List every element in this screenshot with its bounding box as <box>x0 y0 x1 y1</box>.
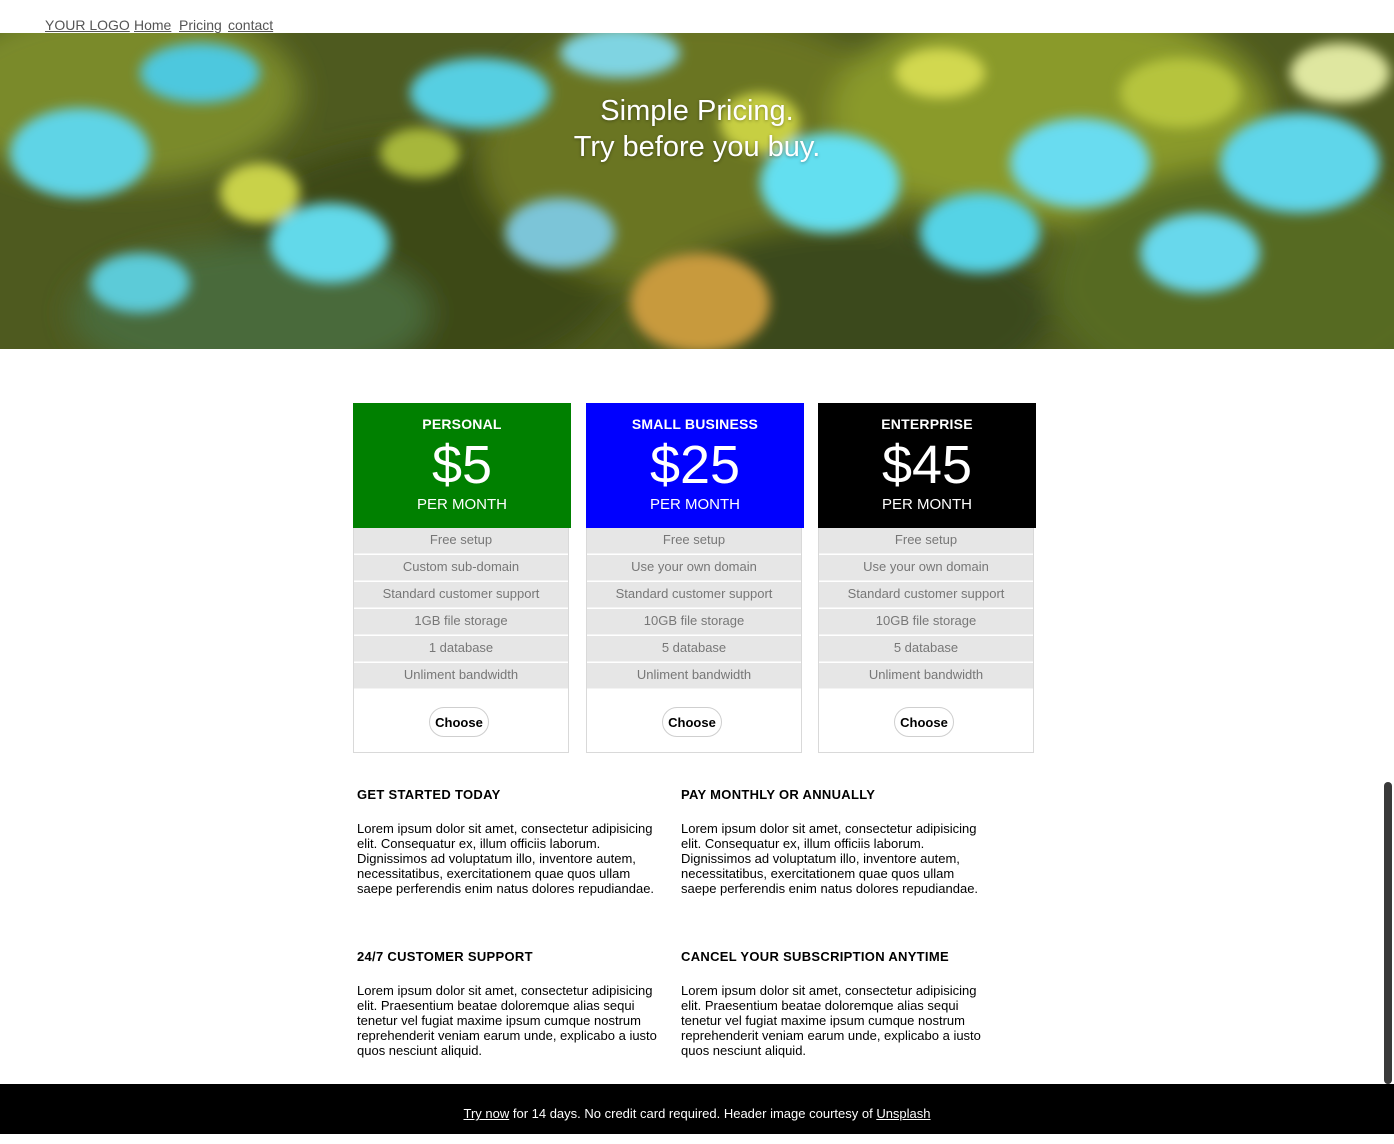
pricing-card-small-business: SMALL BUSINESS $25 PER MONTH Free setup … <box>586 403 804 753</box>
feature-item: 5 database <box>819 636 1033 662</box>
plan-name: SMALL BUSINESS <box>631 416 759 432</box>
feature-item: 10GB file storage <box>819 609 1033 635</box>
logo-link[interactable]: YOUR LOGO <box>45 17 130 33</box>
pricing-card-enterprise: ENTERPRISE $45 PER MONTH Free setup Use … <box>818 403 1036 753</box>
info-title-support: 24/7 CUSTOMER SUPPORT <box>357 949 533 964</box>
feature-item: Custom sub-domain <box>354 555 568 581</box>
plan-price: $5 <box>431 435 493 495</box>
pricing-card-personal: PERSONAL $5 PER MONTH Free setup Custom … <box>353 403 571 753</box>
feature-item: Standard customer support <box>354 582 568 608</box>
nav-link-pricing[interactable]: Pricing <box>179 17 222 33</box>
card-header: ENTERPRISE $45 PER MONTH <box>818 403 1036 528</box>
feature-item: Free setup <box>819 528 1033 554</box>
info-title-get-started: GET STARTED TODAY <box>357 787 501 802</box>
plan-period: PER MONTH <box>417 496 507 513</box>
feature-item: Unliment bandwidth <box>354 663 568 689</box>
scrollbar-thumb[interactable] <box>1384 782 1392 1084</box>
info-title-pay-monthly: PAY MONTHLY OR ANNUALLY <box>681 787 876 802</box>
info-text-pay-monthly: Lorem ipsum dolor sit amet, consectetur … <box>681 821 979 896</box>
plan-period: PER MONTH <box>882 496 972 513</box>
hero-background-image <box>0 33 1394 349</box>
feature-item: Unliment bandwidth <box>587 663 801 689</box>
choose-button-personal[interactable]: Choose <box>429 707 489 737</box>
footer-text: for 14 days. No credit card required. He… <box>509 1106 877 1121</box>
footer-try-now-link[interactable]: Try now <box>463 1106 509 1121</box>
feature-item: 1GB file storage <box>354 609 568 635</box>
hero-banner: Simple Pricing. Try before you buy. <box>0 33 1394 349</box>
nav-link-home[interactable]: Home <box>134 17 171 33</box>
card-header: PERSONAL $5 PER MONTH <box>353 403 571 528</box>
nav-link-contact[interactable]: contact <box>228 17 273 33</box>
hero-title-line2: Try before you buy. <box>573 131 821 163</box>
info-text-cancel: Lorem ipsum dolor sit amet, consectetur … <box>681 983 981 1058</box>
plan-price: $25 <box>649 435 741 495</box>
info-title-cancel: CANCEL YOUR SUBSCRIPTION ANYTIME <box>681 949 949 964</box>
plan-period: PER MONTH <box>650 496 740 513</box>
feature-item: Use your own domain <box>819 555 1033 581</box>
feature-item: Free setup <box>354 528 568 554</box>
plan-price: $45 <box>881 435 973 495</box>
feature-item: 5 database <box>587 636 801 662</box>
feature-item: Standard customer support <box>587 582 801 608</box>
choose-button-enterprise[interactable]: Choose <box>894 707 954 737</box>
feature-item: Free setup <box>587 528 801 554</box>
footer-unsplash-link[interactable]: Unsplash <box>876 1106 930 1121</box>
footer: Try now for 14 days. No credit card requ… <box>0 1084 1394 1134</box>
choose-button-small-business[interactable]: Choose <box>662 707 722 737</box>
feature-item: 1 database <box>354 636 568 662</box>
feature-item: Standard customer support <box>819 582 1033 608</box>
feature-item: Use your own domain <box>587 555 801 581</box>
hero-title-line1: Simple Pricing. <box>600 95 794 127</box>
card-header: SMALL BUSINESS $25 PER MONTH <box>586 403 804 528</box>
feature-item: 10GB file storage <box>587 609 801 635</box>
info-text-get-started: Lorem ipsum dolor sit amet, consectetur … <box>357 821 655 896</box>
info-text-support: Lorem ipsum dolor sit amet, consectetur … <box>357 983 657 1058</box>
plan-name: PERSONAL <box>422 416 502 432</box>
plan-name: ENTERPRISE <box>881 416 973 432</box>
feature-item: Unliment bandwidth <box>819 663 1033 689</box>
top-nav: YOUR LOGO Home Pricing contact <box>0 0 1394 33</box>
